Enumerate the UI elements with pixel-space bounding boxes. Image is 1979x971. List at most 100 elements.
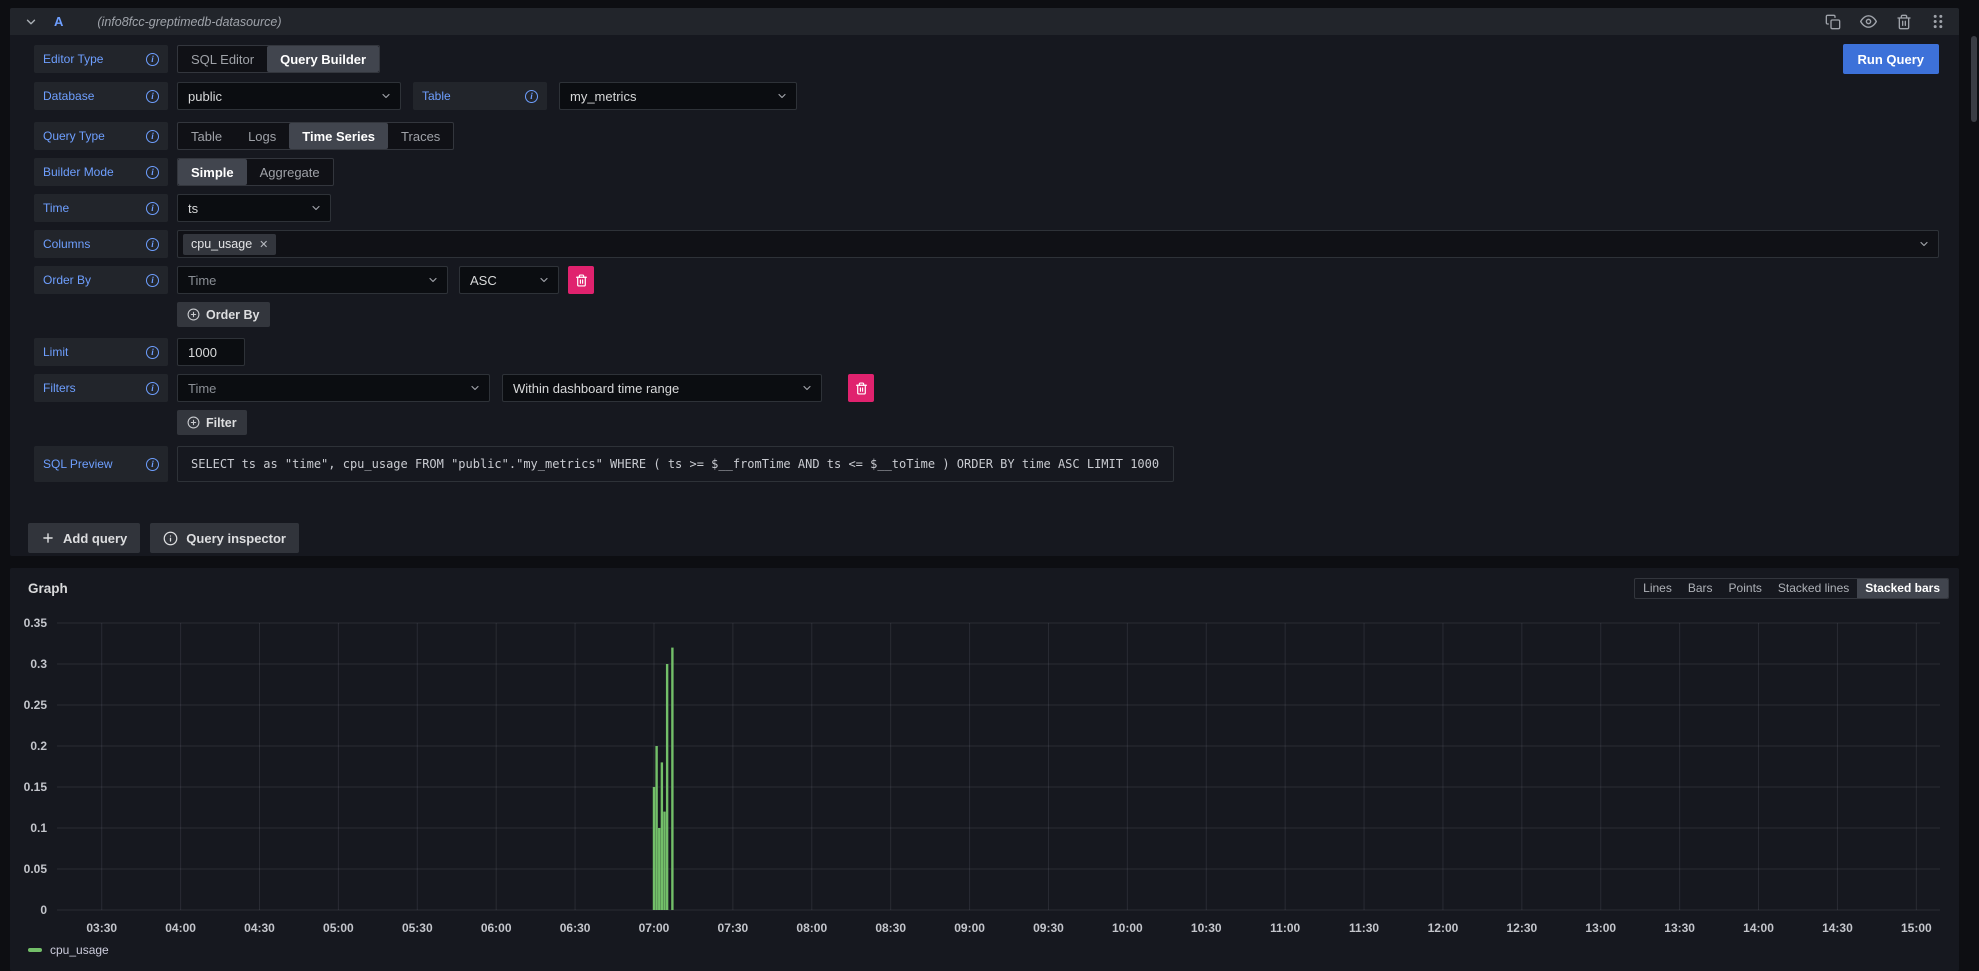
bar-cpu_usage-07:04 [663, 812, 665, 910]
info-icon[interactable]: i [146, 166, 159, 179]
graph-panel: Graph LinesBarsPointsStacked linesStacke… [10, 568, 1959, 971]
info-icon[interactable]: i [146, 346, 159, 359]
bar-cpu_usage-07:03 [661, 762, 663, 910]
chevron-down-icon [310, 202, 322, 214]
limit-input[interactable] [177, 338, 245, 366]
order-by-row: Order By i Time ASC [34, 266, 1939, 294]
bar-cpu_usage-07:05 [666, 664, 668, 910]
hide-query-eye-icon[interactable] [1860, 13, 1877, 30]
info-icon[interactable]: i [146, 382, 159, 395]
filter-condition-select[interactable]: Within dashboard time range [502, 374, 822, 402]
x-tick-label: 12:00 [1428, 921, 1459, 935]
query-type-traces[interactable]: Traces [388, 123, 453, 149]
info-circle-icon [163, 531, 178, 546]
x-tick-label: 14:00 [1743, 921, 1774, 935]
builder-mode-aggregate[interactable]: Aggregate [247, 159, 333, 185]
builder-mode-label: Builder Mode i [34, 158, 168, 186]
graph-mode-lines[interactable]: Lines [1635, 579, 1680, 598]
y-tick-label: 0.15 [24, 780, 48, 794]
table-select[interactable]: my_metrics [559, 82, 797, 110]
x-tick-label: 13:00 [1585, 921, 1616, 935]
bar-cpu_usage-07:01 [655, 746, 657, 910]
x-tick-label: 07:30 [718, 921, 749, 935]
x-tick-label: 06:30 [560, 921, 591, 935]
query-ref-id[interactable]: A [54, 14, 63, 29]
x-tick-label: 15:00 [1901, 921, 1932, 935]
x-tick-label: 07:00 [639, 921, 670, 935]
filter-column-select[interactable]: Time [177, 374, 490, 402]
remove-filter-button[interactable] [848, 374, 874, 402]
query-type-logs[interactable]: Logs [235, 123, 289, 149]
remove-column-icon[interactable]: ✕ [259, 238, 268, 251]
x-tick-label: 10:00 [1112, 921, 1143, 935]
info-icon[interactable]: i [146, 238, 159, 251]
x-tick-label: 08:00 [796, 921, 827, 935]
editor-type-query-builder[interactable]: Query Builder [267, 46, 379, 72]
sql-preview-label: SQL Preview i [34, 446, 168, 482]
x-tick-label: 14:30 [1822, 921, 1853, 935]
plus-circle-icon [187, 308, 200, 321]
builder-mode-row: Builder Mode i Simple Aggregate [34, 158, 1939, 186]
limit-row: Limit i [34, 338, 1939, 366]
add-query-button[interactable]: Add query [28, 523, 140, 553]
info-icon[interactable]: i [146, 274, 159, 287]
plus-circle-icon [187, 416, 200, 429]
order-by-label: Order By i [34, 266, 168, 294]
graph-mode-stacked-bars[interactable]: Stacked bars [1857, 579, 1948, 598]
info-icon[interactable]: i [146, 202, 159, 215]
x-tick-label: 10:30 [1191, 921, 1222, 935]
query-type-row: Query Type i Table Logs Time Series Trac… [34, 122, 1939, 150]
info-icon[interactable]: i [146, 130, 159, 143]
info-icon[interactable]: i [525, 90, 538, 103]
info-icon[interactable]: i [146, 458, 159, 471]
builder-mode-simple[interactable]: Simple [178, 159, 247, 185]
sql-preview-box: SELECT ts as "time", cpu_usage FROM "pub… [177, 446, 1174, 482]
order-by-column-select[interactable]: Time [177, 266, 448, 294]
graph-mode-points[interactable]: Points [1721, 579, 1770, 598]
y-tick-label: 0.3 [30, 657, 47, 671]
database-select[interactable]: public [177, 82, 401, 110]
time-row: Time i ts [34, 194, 1939, 222]
add-filter-button[interactable]: Filter [177, 410, 247, 435]
columns-multiselect[interactable]: cpu_usage ✕ [177, 230, 1939, 258]
graph-mode-toggle: LinesBarsPointsStacked linesStacked bars [1634, 578, 1949, 599]
query-type-toggle: Table Logs Time Series Traces [177, 122, 454, 150]
info-icon[interactable]: i [146, 53, 159, 66]
time-column-select[interactable]: ts [177, 194, 331, 222]
add-filter-row: Filter [34, 410, 1939, 438]
graph-mode-stacked-lines[interactable]: Stacked lines [1770, 579, 1857, 598]
database-label: Database i [34, 82, 168, 110]
drag-handle-icon[interactable] [1931, 14, 1945, 29]
filters-label: Filters i [34, 374, 168, 402]
trash-icon [575, 274, 588, 287]
chevron-down-icon [469, 382, 481, 394]
query-type-time-series[interactable]: Time Series [289, 123, 388, 149]
limit-label: Limit i [34, 338, 168, 366]
run-query-button[interactable]: Run Query [1843, 44, 1939, 74]
info-icon[interactable]: i [146, 90, 159, 103]
order-by-direction-select[interactable]: ASC [459, 266, 559, 294]
x-tick-label: 08:30 [875, 921, 906, 935]
builder-mode-toggle: Simple Aggregate [177, 158, 334, 186]
x-tick-label: 11:30 [1349, 921, 1379, 935]
column-tag: cpu_usage ✕ [183, 234, 276, 255]
query-type-table[interactable]: Table [178, 123, 235, 149]
x-tick-label: 13:30 [1664, 921, 1695, 935]
duplicate-query-icon[interactable] [1825, 14, 1841, 30]
page-scrollbar[interactable] [1971, 36, 1977, 122]
collapse-chevron-icon[interactable] [24, 15, 38, 29]
query-editor-panel: A (info8fcc-greptimedb-datasource) Edito… [10, 8, 1959, 556]
remove-order-by-button[interactable] [568, 266, 594, 294]
bar-cpu_usage-07:07 [671, 648, 673, 910]
chevron-down-icon [801, 382, 813, 394]
y-tick-label: 0 [40, 903, 47, 917]
time-label: Time i [34, 194, 168, 222]
add-order-by-button[interactable]: Order By [177, 302, 270, 327]
editor-type-sql-editor[interactable]: SQL Editor [178, 46, 267, 72]
sql-preview-text: SELECT ts as "time", cpu_usage FROM "pub… [191, 457, 1159, 471]
query-inspector-button[interactable]: Query inspector [150, 523, 299, 553]
legend-item-cpu-usage[interactable]: cpu_usage [20, 943, 109, 957]
graph-mode-bars[interactable]: Bars [1680, 579, 1721, 598]
delete-query-trash-icon[interactable] [1896, 14, 1912, 30]
columns-row: Columns i cpu_usage ✕ [34, 230, 1939, 258]
